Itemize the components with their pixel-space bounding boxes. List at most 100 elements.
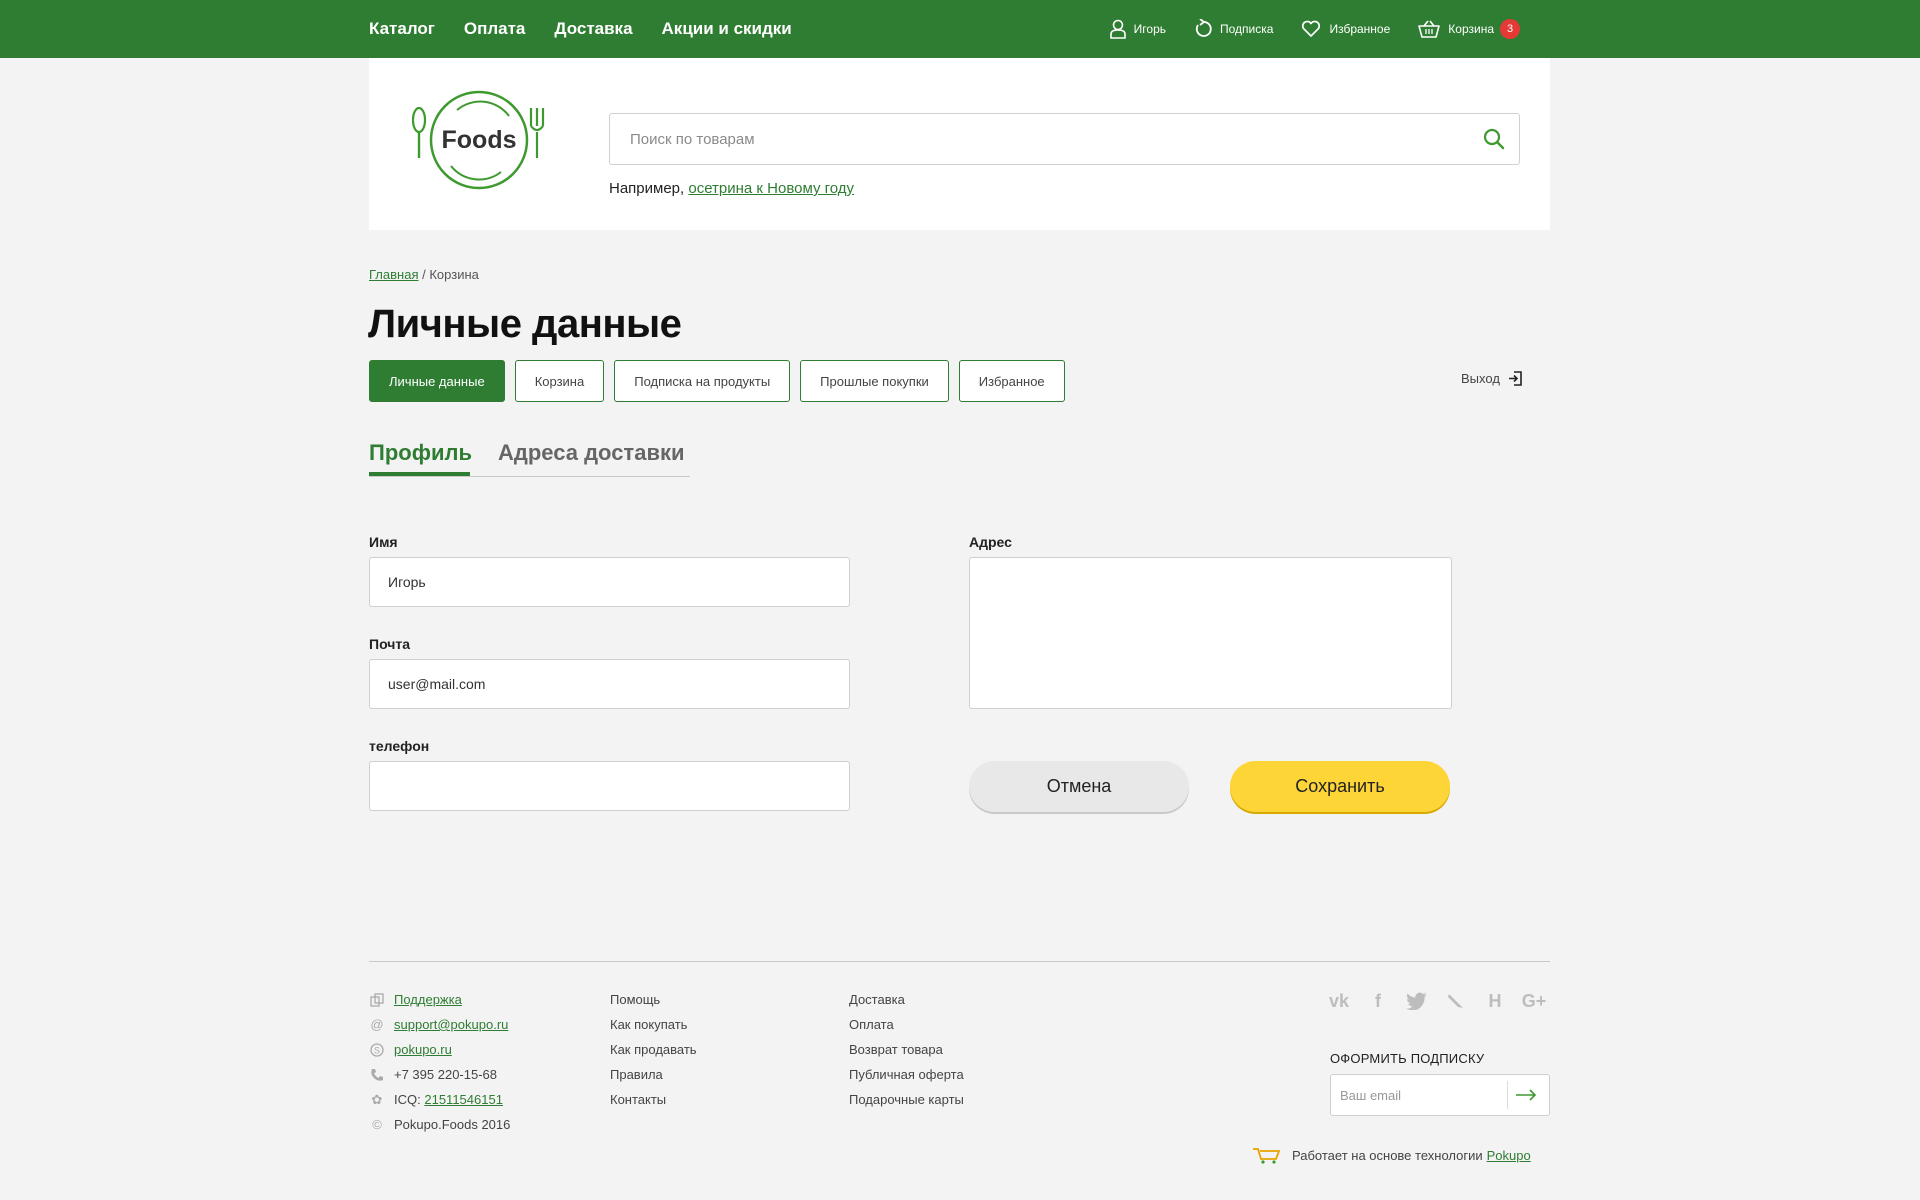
user-link[interactable]: Игорь xyxy=(1109,19,1167,39)
search-box xyxy=(609,113,1520,165)
copyright-icon: © xyxy=(372,1117,382,1132)
user-name: Игорь xyxy=(1133,22,1167,36)
footer-link-rules[interactable]: Правила xyxy=(610,1062,697,1087)
footer-link-help[interactable]: Помощь xyxy=(610,987,697,1012)
support-icon xyxy=(369,992,385,1008)
address-field[interactable] xyxy=(969,557,1452,709)
user-icon xyxy=(1109,19,1126,39)
subscription-label: Подписка xyxy=(1220,22,1274,36)
footer-link-public-offer[interactable]: Публичная оферта xyxy=(849,1062,964,1087)
logo-text: Foods xyxy=(442,126,517,154)
foods-logo-image: Foods xyxy=(411,90,545,190)
cancel-button[interactable]: Отмена xyxy=(969,761,1189,812)
hint-link[interactable]: осетрина к Новому году xyxy=(688,180,854,197)
pokupo-logo-icon xyxy=(1253,1148,1281,1164)
user-menu: Игорь Подписка Избранное Корзина 3 xyxy=(1082,0,1520,58)
search-icon xyxy=(1483,128,1505,150)
nav-payment[interactable]: Оплата xyxy=(464,19,526,39)
subscribe-email-input[interactable] xyxy=(1331,1075,1507,1115)
hint-prefix: Например, xyxy=(609,180,685,197)
powered-by: Работает на основе технологии Pokupo xyxy=(1252,1146,1531,1164)
icq-icon: ✿ xyxy=(371,1091,383,1107)
email-field[interactable] xyxy=(369,659,850,709)
phone-number: +7 395 220-15-68 xyxy=(394,1067,498,1082)
name-field[interactable] xyxy=(369,557,850,607)
support-link[interactable]: Поддержка xyxy=(394,992,462,1007)
footer-link-gift-cards[interactable]: Подарочные карты xyxy=(849,1087,964,1112)
logout-icon xyxy=(1508,371,1522,386)
pokupo-link[interactable]: Pokupo xyxy=(1487,1148,1531,1163)
twitter-icon[interactable] xyxy=(1405,989,1429,1013)
svg-text:S: S xyxy=(374,1045,380,1055)
phone-label: телефон xyxy=(369,738,430,754)
breadcrumb: Главная / Корзина xyxy=(369,267,479,282)
footer-link-how-to-buy[interactable]: Как покупать xyxy=(610,1012,697,1037)
tab-favorites[interactable]: Избранное xyxy=(958,360,1065,402)
copyright-text: Pokupo.Foods 2016 xyxy=(394,1117,511,1132)
cart-label: Корзина xyxy=(1448,22,1494,36)
footer-link-payment[interactable]: Оплата xyxy=(849,1012,964,1037)
site-logo[interactable]: Foods xyxy=(411,88,547,192)
phone-icon xyxy=(369,1067,385,1083)
account-tabs: Личные данные Корзина Подписка на продук… xyxy=(369,360,1075,402)
nav-delivery[interactable]: Доставка xyxy=(554,19,632,39)
vk-icon[interactable]: vk xyxy=(1327,989,1351,1013)
footer-link-how-to-sell[interactable]: Как продавать xyxy=(610,1037,697,1062)
breadcrumb-home[interactable]: Главная xyxy=(369,267,418,282)
subscribe-separator xyxy=(1507,1081,1508,1109)
subscription-link[interactable]: Подписка xyxy=(1194,19,1273,39)
page-title: Личные данные xyxy=(368,302,682,346)
name-label: Имя xyxy=(369,534,398,550)
footer-help-links: Помощь Как покупать Как продавать Правил… xyxy=(610,987,697,1112)
email-label: Почта xyxy=(369,636,411,652)
icq-label: ICQ: xyxy=(394,1092,421,1107)
nav-promotions[interactable]: Акции и скидки xyxy=(662,19,792,39)
subscribe-title: ОФОРМИТЬ ПОДПИСКУ xyxy=(1330,1051,1485,1066)
footer-divider xyxy=(369,961,1550,962)
social-links: vk f H G+ xyxy=(1327,989,1561,1013)
site-link[interactable]: pokupo.ru xyxy=(394,1042,452,1057)
support-email-link[interactable]: support@pokupo.ru xyxy=(394,1017,508,1032)
icq-number-link[interactable]: 21511546151 xyxy=(424,1092,503,1107)
tab-cart[interactable]: Корзина xyxy=(514,360,605,402)
footer-service-links: Доставка Оплата Возврат товара Публичная… xyxy=(849,987,964,1112)
arrow-right-icon xyxy=(1516,1089,1537,1101)
search-input[interactable] xyxy=(610,114,1470,164)
search-button[interactable] xyxy=(1483,128,1505,155)
tab-profile[interactable]: Профиль xyxy=(369,440,472,466)
main-nav: Каталог Оплата Доставка Акции и скидки xyxy=(369,0,821,58)
tab-product-subscription[interactable]: Подписка на продукты xyxy=(614,360,791,402)
logout-label: Выход xyxy=(1461,371,1500,386)
address-label: Адрес xyxy=(969,534,1012,550)
footer-contacts: Поддержка @ support@pokupo.ru Spokupo.ru … xyxy=(369,987,510,1137)
at-icon: @ xyxy=(370,1017,384,1032)
subscribe-submit-button[interactable] xyxy=(1514,1086,1538,1109)
breadcrumb-current: Корзина xyxy=(429,267,479,282)
subscribe-form xyxy=(1330,1074,1550,1116)
livejournal-icon[interactable] xyxy=(1444,989,1468,1013)
active-tab-indicator xyxy=(369,472,470,476)
facebook-icon[interactable]: f xyxy=(1366,989,1390,1013)
heart-icon xyxy=(1302,20,1321,37)
save-button[interactable]: Сохранить xyxy=(1230,761,1450,812)
nav-catalog[interactable]: Каталог xyxy=(369,19,435,39)
profile-sub-tabs: Профиль Адреса доставки xyxy=(369,440,690,477)
habr-icon[interactable]: H xyxy=(1483,989,1507,1013)
top-bar: Каталог Оплата Доставка Акции и скидки И… xyxy=(0,0,1920,58)
logout-button[interactable]: Выход xyxy=(1461,371,1523,386)
breadcrumb-separator: / xyxy=(422,267,426,282)
footer-link-returns[interactable]: Возврат товара xyxy=(849,1037,964,1062)
refresh-icon xyxy=(1195,19,1212,37)
google-plus-icon[interactable]: G+ xyxy=(1522,989,1547,1013)
phone-field[interactable] xyxy=(369,761,850,811)
cart-link[interactable]: Корзина 3 xyxy=(1418,19,1520,39)
tab-delivery-addresses[interactable]: Адреса доставки xyxy=(498,440,685,466)
footer-link-contacts[interactable]: Контакты xyxy=(610,1087,697,1112)
tab-past-purchases[interactable]: Прошлые покупки xyxy=(800,360,949,402)
cart-count-badge: 3 xyxy=(1500,19,1520,39)
footer-link-delivery[interactable]: Доставка xyxy=(849,987,964,1012)
tab-personal-data[interactable]: Личные данные xyxy=(369,360,505,402)
basket-icon xyxy=(1418,20,1441,38)
search-hint: Например, осетрина к Новому году xyxy=(609,180,854,197)
favorites-link[interactable]: Избранное xyxy=(1301,20,1390,38)
